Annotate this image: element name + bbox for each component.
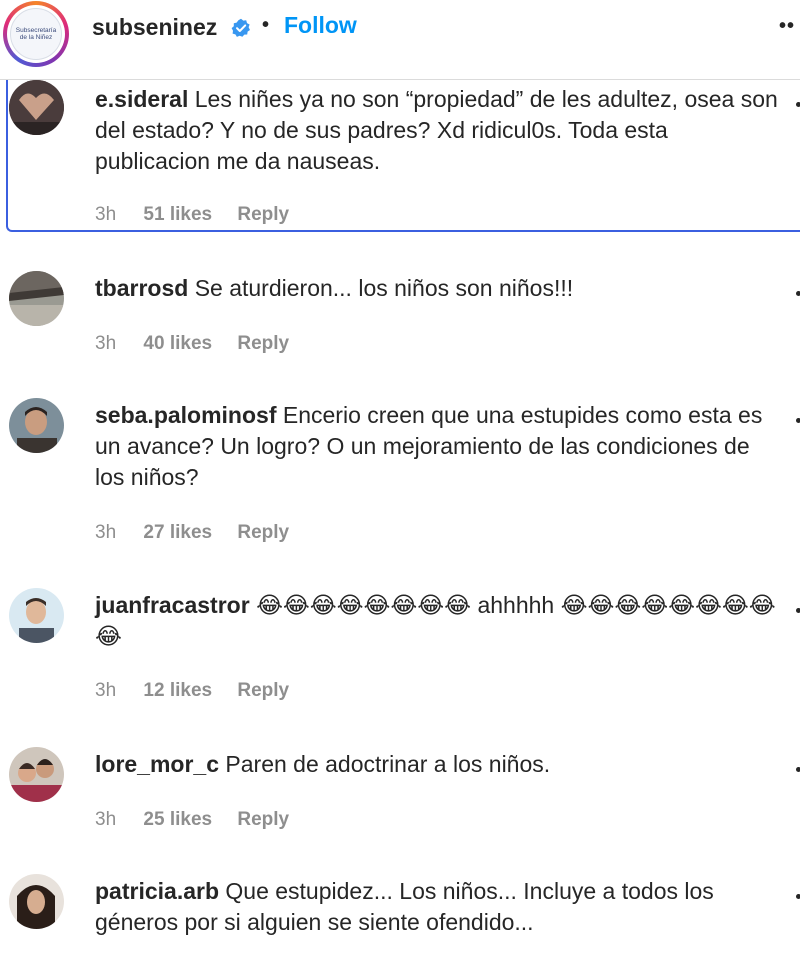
- commenter-avatar[interactable]: [9, 747, 64, 802]
- comment-username[interactable]: lore_mor_c: [95, 751, 219, 777]
- comment-likes[interactable]: 25 likes: [143, 809, 212, 830]
- reply-button[interactable]: Reply: [237, 680, 289, 701]
- more-options-icon[interactable]: ••: [779, 15, 795, 38]
- commenter-avatar[interactable]: [9, 398, 64, 453]
- comment-username[interactable]: patricia.arb: [95, 878, 219, 904]
- comment-like-icon[interactable]: [796, 102, 800, 107]
- comment-body: patricia.arb Que estupidez... Los niños.…: [95, 876, 785, 938]
- comment-likes[interactable]: 12 likes: [143, 680, 212, 701]
- comment-meta: 3h 51 likes Reply: [95, 204, 309, 226]
- verified-badge-icon: [231, 18, 250, 37]
- comment-meta: 3h 27 likes Reply: [95, 522, 309, 544]
- comment-username[interactable]: seba.palominosf: [95, 402, 276, 428]
- comment-text: Paren de adoctrinar a los niños.: [225, 751, 551, 777]
- avatar-image: [9, 271, 64, 326]
- avatar-image: [9, 588, 64, 643]
- separator-dot: •: [262, 14, 270, 36]
- comment-username[interactable]: e.sideral: [95, 86, 188, 112]
- commenter-avatar[interactable]: [9, 874, 64, 929]
- comment-likes[interactable]: 51 likes: [143, 204, 212, 225]
- comment-like-icon[interactable]: [796, 894, 800, 899]
- reply-button[interactable]: Reply: [237, 809, 289, 830]
- story-ring[interactable]: Subsecretaría de la Niñez: [3, 1, 69, 67]
- profile-avatar[interactable]: Subsecretaría de la Niñez: [10, 8, 62, 60]
- avatar-image: [9, 80, 64, 135]
- comment-like-icon[interactable]: [796, 418, 800, 423]
- comment-body: seba.palominosf Encerio creen que una es…: [95, 400, 785, 493]
- comment-username[interactable]: juanfracastror: [95, 592, 250, 618]
- comment-time[interactable]: 3h: [95, 522, 116, 543]
- comment-username[interactable]: tbarrosd: [95, 275, 188, 301]
- comment-body: e.sideral Les niñes ya no son “propiedad…: [95, 84, 785, 177]
- avatar-logo-text: Subsecretaría de la Niñez: [15, 27, 57, 41]
- comment-text: Se aturdieron... los niños son niños!!!: [194, 275, 574, 301]
- avatar-image: [9, 747, 64, 802]
- comment-body: lore_mor_c Paren de adoctrinar a los niñ…: [95, 749, 785, 780]
- comment-time[interactable]: 3h: [95, 680, 116, 701]
- account-username[interactable]: subseninez: [92, 14, 217, 41]
- avatar-image: [9, 398, 64, 453]
- comment-meta: 3h 25 likes Reply: [95, 809, 309, 831]
- comment-body: tbarrosd Se aturdieron... los niños son …: [95, 273, 785, 304]
- comment-body: juanfracastror 😂😂😂😂😂😂😂😂 ahhhhh 😂😂😂😂😂😂😂😂😂: [95, 590, 785, 652]
- reply-button[interactable]: Reply: [237, 522, 289, 543]
- comment-time[interactable]: 3h: [95, 809, 116, 830]
- comment-meta: 3h 40 likes Reply: [95, 333, 309, 355]
- post-header: Subsecretaría de la Niñez subseninez • F…: [0, 0, 800, 80]
- reply-button[interactable]: Reply: [237, 204, 289, 225]
- comment-time[interactable]: 3h: [95, 333, 116, 354]
- comment-like-icon[interactable]: [796, 767, 800, 772]
- comment-meta: 3h 12 likes Reply: [95, 680, 309, 702]
- commenter-avatar[interactable]: [9, 271, 64, 326]
- follow-button[interactable]: Follow: [284, 12, 357, 39]
- reply-button[interactable]: Reply: [237, 333, 289, 354]
- avatar-image: [9, 874, 64, 929]
- comment-like-icon[interactable]: [796, 608, 800, 613]
- comment-like-icon[interactable]: [796, 291, 800, 296]
- commenter-avatar[interactable]: [9, 80, 64, 135]
- comment-likes[interactable]: 27 likes: [143, 522, 212, 543]
- commenter-avatar[interactable]: [9, 588, 64, 643]
- comment-time[interactable]: 3h: [95, 204, 116, 225]
- comment-text: Les niñes ya no son “propiedad” de les a…: [95, 86, 778, 174]
- comment-likes[interactable]: 40 likes: [143, 333, 212, 354]
